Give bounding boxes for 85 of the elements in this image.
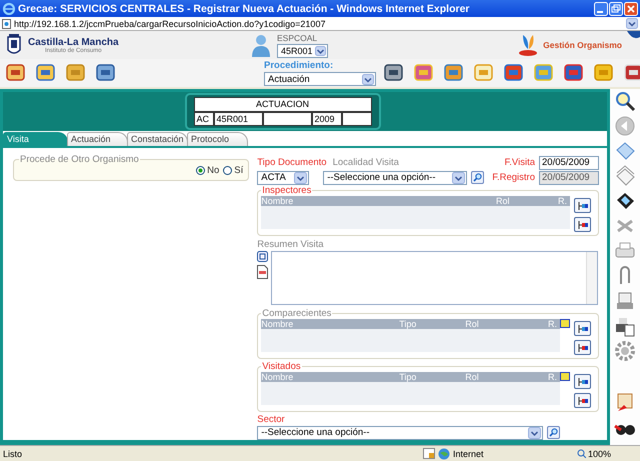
- visit-date-field[interactable]: 20/05/2009: [539, 156, 599, 170]
- remove-row-icon: [576, 342, 588, 352]
- document-type-label: Tipo Documento: [257, 157, 327, 168]
- record-cell: AC: [194, 112, 214, 126]
- security-icon: [422, 448, 435, 459]
- origin-legend: Procede de Otro Organismo: [19, 154, 140, 165]
- attendees-legend: Comparecientes: [261, 308, 332, 319]
- record-cell: 45R001: [214, 112, 262, 126]
- remove-row-icon: [576, 396, 588, 406]
- zone-text: Internet: [452, 448, 484, 458]
- locality-label: Localidad Visita: [332, 157, 399, 168]
- column-header: Rol: [465, 319, 480, 329]
- column-header: Rol: [496, 196, 511, 206]
- remove-row-button[interactable]: [574, 217, 591, 232]
- column-header: R.: [548, 319, 558, 329]
- record-cell: 2009: [312, 112, 342, 126]
- column-header: Tipo: [399, 319, 418, 329]
- logo-title: Castilla-La Mancha: [28, 36, 119, 48]
- search-icon[interactable]: [614, 90, 636, 112]
- remove-row-button[interactable]: [574, 393, 591, 408]
- status-text: Listo: [3, 448, 24, 458]
- visited-legend: Visitados: [261, 361, 302, 372]
- search-button[interactable]: [471, 171, 484, 184]
- inspectors-legend: Inspectores: [261, 185, 312, 196]
- column-header: R.: [558, 196, 568, 206]
- organization-link[interactable]: Gestión Organismo: [543, 40, 622, 50]
- restore-icon[interactable]: [609, 2, 623, 16]
- zoom-icon: [576, 449, 586, 458]
- procedure-label: Procedimiento:: [264, 60, 334, 71]
- user-dropdown[interactable]: 45R001: [277, 44, 328, 58]
- tab[interactable]: Visita: [3, 132, 68, 146]
- column-header: R.: [548, 372, 558, 382]
- radio-label: No: [207, 165, 220, 176]
- column-header: Rol: [465, 372, 480, 382]
- register-date-label: F.Registro: [492, 172, 535, 183]
- caret-icon[interactable]: [362, 74, 374, 84]
- zoom-control[interactable]: 100%: [576, 448, 611, 458]
- scanner-icon[interactable]: [614, 290, 636, 312]
- procedure-dropdown[interactable]: Actuación: [264, 72, 376, 86]
- remove-row-icon: [576, 220, 588, 230]
- tab[interactable]: Protocolo: [187, 132, 248, 146]
- pdf-document-icon[interactable]: [257, 265, 268, 279]
- record-cell: [342, 112, 372, 126]
- column-header: Nombre: [261, 319, 294, 329]
- sector-dropdown[interactable]: --Seleccione una opción--: [257, 426, 544, 440]
- add-row-button[interactable]: [574, 374, 591, 389]
- column-header: Nombre: [261, 196, 294, 206]
- add-row-icon: [576, 200, 588, 210]
- search-button[interactable]: [547, 426, 560, 439]
- user-icon: [251, 33, 271, 57]
- radio-button[interactable]: [196, 166, 206, 175]
- globe-icon: [438, 448, 450, 460]
- radio-label: Sí: [234, 165, 244, 176]
- organization-icon: [517, 33, 540, 57]
- caret-icon[interactable]: [452, 172, 466, 184]
- column-header: Tipo: [399, 372, 418, 382]
- sector-label: Sector: [257, 414, 286, 425]
- register-date-field: 20/05/2009: [539, 170, 599, 184]
- minimize-icon[interactable]: [594, 2, 608, 16]
- caret-icon[interactable]: [528, 426, 542, 438]
- close-icon[interactable]: [624, 2, 638, 16]
- record-cell: [262, 112, 312, 126]
- window-title: Grecae: SERVICIOS CENTRALES - Registrar Nueva Actuación - Windows Internet Explorer: [18, 2, 471, 14]
- document-type-dropdown[interactable]: ACTA: [257, 170, 310, 184]
- user-label: ESPCOAL: [277, 32, 318, 42]
- visit-date-label: F.Visita: [504, 157, 535, 168]
- remove-row-button[interactable]: [574, 340, 591, 355]
- expand-icon[interactable]: [257, 251, 268, 262]
- caret-icon[interactable]: [626, 18, 638, 29]
- column-header: Nombre: [261, 372, 294, 382]
- add-row-icon: [576, 324, 588, 334]
- caret-icon[interactable]: [314, 46, 326, 56]
- add-row-button[interactable]: [574, 321, 591, 336]
- search-icon: [549, 428, 558, 437]
- summary-label: Resumen Visita: [257, 239, 325, 250]
- tab[interactable]: Constatación: [127, 132, 188, 146]
- browser-icon: [2, 2, 15, 15]
- search-icon: [473, 173, 482, 182]
- record-title: ACTUACION: [194, 97, 372, 112]
- caret-icon[interactable]: [294, 172, 308, 184]
- tab[interactable]: Actuación: [67, 132, 128, 146]
- add-row-icon: [576, 376, 588, 386]
- radio-button[interactable]: [223, 166, 232, 175]
- locality-dropdown[interactable]: --Seleccione una opción--: [323, 170, 468, 184]
- add-row-button[interactable]: [574, 198, 591, 213]
